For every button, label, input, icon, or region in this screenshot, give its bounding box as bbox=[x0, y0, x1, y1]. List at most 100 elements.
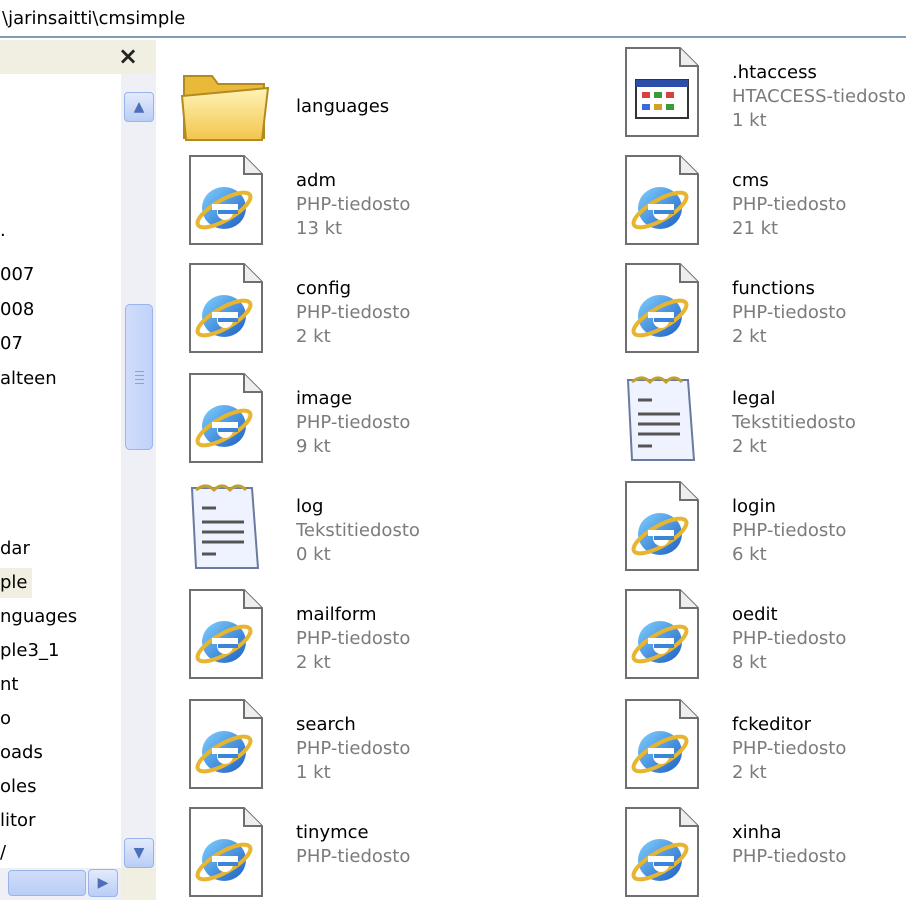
file-name: adm bbox=[296, 170, 336, 191]
file-item-htaccess[interactable]: .htaccess HTACCESS-tiedosto 1 kt bbox=[614, 44, 906, 149]
folders-pane: × . 007 008 07 alteen dar ple nguages pl… bbox=[0, 40, 156, 900]
tree-item[interactable]: o bbox=[0, 708, 15, 729]
file-size: 21 kt bbox=[732, 218, 779, 239]
tree-item[interactable]: nguages bbox=[0, 606, 81, 627]
file-size: 2 kt bbox=[296, 326, 331, 347]
file-size: 2 kt bbox=[732, 762, 767, 783]
file-item-image[interactable]: image PHP-tiedosto 9 kt bbox=[178, 370, 518, 475]
file-item-legal[interactable]: legal Tekstitiedosto 2 kt bbox=[614, 370, 906, 475]
tree-item-selected[interactable]: ple bbox=[0, 568, 32, 598]
file-size: 1 kt bbox=[296, 762, 331, 783]
file-type: PHP-tiedosto bbox=[732, 302, 847, 323]
file-name: config bbox=[296, 278, 352, 299]
file-type: PHP-tiedosto bbox=[296, 194, 411, 215]
file-name: log bbox=[296, 496, 324, 517]
file-size: 1 kt bbox=[732, 110, 767, 131]
scroll-thumb[interactable] bbox=[125, 304, 153, 450]
file-item-adm[interactable]: adm PHP-tiedosto 13 kt bbox=[178, 152, 518, 257]
file-item-tinymce[interactable]: tinymce PHP-tiedosto bbox=[178, 804, 518, 900]
file-name: xinha bbox=[732, 822, 782, 843]
tree-item[interactable]: ple3_1 bbox=[0, 640, 63, 661]
file-type: PHP-tiedosto bbox=[732, 520, 847, 541]
php-file-icon bbox=[614, 478, 710, 574]
file-size: 2 kt bbox=[296, 652, 331, 673]
scroll-right-button[interactable]: ▶ bbox=[88, 869, 118, 897]
file-type: PHP-tiedosto bbox=[732, 738, 847, 759]
address-bar[interactable]: \jarinsaitti\cmsimple bbox=[0, 0, 906, 38]
file-type: PHP-tiedosto bbox=[732, 628, 847, 649]
tree-item[interactable]: 07 bbox=[0, 333, 27, 354]
tree-item[interactable]: . bbox=[0, 220, 10, 241]
tree-item[interactable]: 007 bbox=[0, 264, 38, 285]
file-size: 13 kt bbox=[296, 218, 343, 239]
file-item-xinha[interactable]: xinha PHP-tiedosto bbox=[614, 804, 906, 900]
tree-item[interactable]: oads bbox=[0, 742, 47, 763]
file-item-config[interactable]: config PHP-tiedosto 2 kt bbox=[178, 260, 518, 365]
php-file-icon bbox=[614, 804, 710, 900]
file-name: .htaccess bbox=[732, 62, 817, 83]
horizontal-scroll-thumb[interactable] bbox=[8, 870, 86, 896]
php-file-icon bbox=[178, 586, 274, 682]
tree-item[interactable]: dar bbox=[0, 538, 34, 559]
text-file-icon bbox=[178, 478, 274, 574]
tree-item[interactable]: 008 bbox=[0, 299, 38, 320]
file-item-functions[interactable]: functions PHP-tiedosto 2 kt bbox=[614, 260, 906, 365]
php-file-icon bbox=[614, 152, 710, 248]
file-name: oedit bbox=[732, 604, 778, 625]
file-item-log[interactable]: log Tekstitiedosto 0 kt bbox=[178, 478, 518, 583]
php-file-icon bbox=[614, 586, 710, 682]
file-type: PHP-tiedosto bbox=[296, 412, 411, 433]
php-file-icon bbox=[178, 696, 274, 792]
file-size: 2 kt bbox=[732, 436, 767, 457]
folder-icon bbox=[178, 56, 274, 152]
file-item-cms[interactable]: cms PHP-tiedosto 21 kt bbox=[614, 152, 906, 257]
file-type: PHP-tiedosto bbox=[732, 194, 847, 215]
file-type: PHP-tiedosto bbox=[296, 302, 411, 323]
folders-pane-header: × bbox=[0, 40, 156, 74]
php-file-icon bbox=[178, 804, 274, 900]
close-pane-button[interactable]: × bbox=[118, 42, 138, 70]
folders-horizontal-scrollbar[interactable]: ▶ bbox=[0, 868, 121, 900]
php-file-icon bbox=[178, 370, 274, 466]
htaccess-file-icon bbox=[614, 44, 710, 140]
php-file-icon bbox=[614, 696, 710, 792]
file-name: cms bbox=[732, 170, 769, 191]
file-type: PHP-tiedosto bbox=[296, 628, 411, 649]
scroll-down-button[interactable]: ▼ bbox=[124, 838, 154, 868]
file-name: fckeditor bbox=[732, 714, 811, 735]
file-name: mailform bbox=[296, 604, 377, 625]
file-item-languages[interactable]: languages bbox=[178, 56, 518, 161]
file-item-login[interactable]: login PHP-tiedosto 6 kt bbox=[614, 478, 906, 583]
file-name: image bbox=[296, 388, 353, 409]
file-item-fckeditor[interactable]: fckeditor PHP-tiedosto 2 kt bbox=[614, 696, 906, 801]
file-name: login bbox=[732, 496, 776, 517]
file-name: search bbox=[296, 714, 356, 735]
file-type: PHP-tiedosto bbox=[296, 738, 411, 759]
file-name: tinymce bbox=[296, 822, 369, 843]
file-item-mailform[interactable]: mailform PHP-tiedosto 2 kt bbox=[178, 586, 518, 691]
address-path[interactable]: \jarinsaitti\cmsimple bbox=[2, 8, 185, 29]
tree-item[interactable]: oles bbox=[0, 776, 40, 797]
file-type: PHP-tiedosto bbox=[732, 846, 847, 867]
scroll-up-button[interactable]: ▲ bbox=[124, 92, 154, 122]
tree-item[interactable]: nt bbox=[0, 674, 22, 695]
folders-vertical-scrollbar[interactable]: ▲ ▼ bbox=[121, 74, 156, 868]
text-file-icon bbox=[614, 370, 710, 466]
file-size: 6 kt bbox=[732, 544, 767, 565]
file-item-search[interactable]: search PHP-tiedosto 1 kt bbox=[178, 696, 518, 801]
file-name: legal bbox=[732, 388, 776, 409]
file-type: Tekstitiedosto bbox=[732, 412, 856, 433]
file-size: 8 kt bbox=[732, 652, 767, 673]
tree-item[interactable]: litor bbox=[0, 810, 39, 831]
file-type: PHP-tiedosto bbox=[296, 846, 411, 867]
tree-item[interactable]: alteen bbox=[0, 368, 61, 389]
php-file-icon bbox=[178, 152, 274, 248]
php-file-icon bbox=[178, 260, 274, 356]
file-name: functions bbox=[732, 278, 815, 299]
file-item-oedit[interactable]: oedit PHP-tiedosto 8 kt bbox=[614, 586, 906, 691]
tree-item[interactable]: / bbox=[0, 842, 10, 863]
file-type: HTACCESS-tiedosto bbox=[732, 86, 906, 107]
file-size: 2 kt bbox=[732, 326, 767, 347]
file-type: Tekstitiedosto bbox=[296, 520, 420, 541]
file-size: 9 kt bbox=[296, 436, 331, 457]
